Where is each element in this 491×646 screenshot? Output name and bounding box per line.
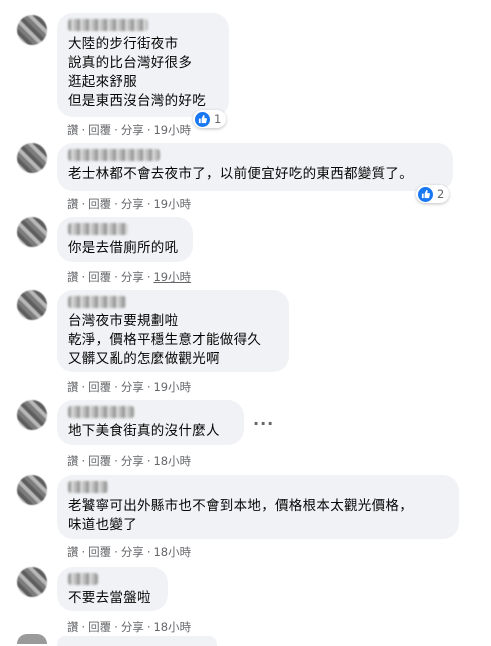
comment-bubble: 台灣夜市要規劃啦 乾淨，價格平穩生意才能做得久 又髒又亂的怎麼做觀光啊 (57, 290, 289, 372)
timestamp-link[interactable]: 18小時 (153, 545, 191, 559)
comment-text: 老饕寧可出外縣市也不會到本地，價格根本太觀光價格， 味道也變了 (68, 498, 413, 533)
more-options-icon[interactable]: ··· (253, 414, 274, 433)
separator: · (146, 270, 151, 284)
reply-link[interactable]: 回覆 (88, 197, 111, 211)
avatar[interactable] (17, 400, 47, 430)
share-link[interactable]: 分享 (121, 620, 144, 634)
comment-text: 地下美食街真的沒什麼人 (68, 423, 220, 439)
like-link[interactable]: 讚 (67, 197, 79, 211)
comment-text: 老士林都不會去夜市了，以前便宜好吃的東西都變質了。 (68, 166, 413, 182)
comment-bubble: 老饕寧可出外縣市也不會到本地，價格根本太觀光價格， 味道也變了 (57, 475, 459, 539)
reply-link[interactable]: 回覆 (88, 454, 111, 468)
like-link[interactable]: 讚 (67, 545, 79, 559)
comment-text: 台灣夜市要規劃啦 乾淨，價格平穩生意才能做得久 又髒又亂的怎麼做觀光啊 (68, 313, 262, 367)
comment-actions: 讚 · 回覆 · 分享 · 18小時 (67, 619, 191, 635)
avatar[interactable] (17, 143, 47, 173)
like-link[interactable]: 讚 (67, 620, 79, 634)
separator: · (114, 454, 118, 468)
reply-link[interactable]: 回覆 (88, 380, 111, 394)
like-icon (195, 111, 210, 127)
share-link[interactable]: 分享 (121, 123, 144, 137)
separator: · (146, 197, 151, 211)
like-icon (418, 186, 433, 202)
separator: · (81, 270, 86, 284)
avatar[interactable] (17, 15, 47, 45)
comment-bubble: 你是去借廁所的吼 (57, 217, 193, 262)
reaction-count[interactable]: 2 (416, 185, 450, 203)
commenter-name-redacted[interactable] (68, 296, 126, 308)
reply-link[interactable]: 回覆 (88, 620, 111, 634)
separator: · (114, 545, 118, 559)
separator: · (81, 380, 86, 394)
comment-bubble: 大陸的步行街夜市 說真的比台灣好很多 逛起來舒服 但是東西沒台灣的好吃 (57, 13, 229, 117)
comment-actions: 讚 · 回覆 · 分享 · 19小時 (67, 196, 191, 212)
like-link[interactable]: 讚 (67, 454, 79, 468)
comment-bubble: 老士林都不會去夜市了，以前便宜好吃的東西都變質了。 (57, 143, 453, 191)
avatar[interactable] (17, 217, 47, 247)
timestamp-link[interactable]: 18小時 (153, 454, 191, 468)
commenter-name-redacted[interactable] (68, 223, 128, 235)
avatar[interactable] (17, 475, 47, 505)
comment-text: 你是去借廁所的吼 (68, 240, 179, 256)
separator: · (81, 123, 86, 137)
separator: · (146, 380, 151, 394)
share-link[interactable]: 分享 (121, 197, 144, 211)
reaction-number: 2 (437, 187, 445, 201)
timestamp-link[interactable]: 19小時 (153, 123, 191, 137)
separator: · (81, 545, 86, 559)
share-link[interactable]: 分享 (121, 545, 144, 559)
reply-link[interactable]: 回覆 (88, 270, 111, 284)
separator: · (114, 197, 118, 211)
timestamp-link[interactable]: 19小時 (153, 270, 191, 284)
reply-link[interactable]: 回覆 (88, 545, 111, 559)
like-link[interactable]: 讚 (67, 380, 79, 394)
share-link[interactable]: 分享 (121, 380, 144, 394)
commenter-name-redacted[interactable] (68, 19, 148, 31)
reaction-number: 1 (214, 112, 222, 126)
like-link[interactable]: 讚 (67, 270, 79, 284)
separator: · (114, 123, 118, 137)
comment-text: 不要去當盤啦 (68, 590, 151, 606)
share-link[interactable]: 分享 (121, 270, 144, 284)
comment-bubble: 不要去當盤啦 (57, 567, 168, 611)
separator: · (146, 545, 151, 559)
next-comment-bubble-partial (57, 636, 217, 646)
separator: · (146, 123, 151, 137)
separator: · (81, 197, 86, 211)
comment-actions: 讚 · 回覆 · 分享 · 19小時 (67, 379, 191, 395)
timestamp-link[interactable]: 19小時 (153, 197, 191, 211)
timestamp-link[interactable]: 19小時 (153, 380, 191, 394)
avatar (17, 634, 47, 644)
comment-bubble: 地下美食街真的沒什麼人 (57, 400, 244, 445)
comment-text: 大陸的步行街夜市 說真的比台灣好很多 逛起來舒服 但是東西沒台灣的好吃 (68, 36, 206, 109)
share-link[interactable]: 分享 (121, 454, 144, 468)
avatar[interactable] (17, 567, 47, 597)
avatar[interactable] (17, 290, 47, 320)
commenter-name-redacted[interactable] (68, 481, 108, 493)
comment-actions: 讚 · 回覆 · 分享 · 18小時 (67, 544, 191, 560)
commenter-name-redacted[interactable] (68, 149, 160, 161)
separator: · (114, 620, 118, 634)
separator: · (114, 270, 118, 284)
like-link[interactable]: 讚 (67, 123, 79, 137)
comment-actions: 讚 · 回覆 · 分享 · 18小時 (67, 453, 191, 469)
separator: · (81, 620, 86, 634)
commenter-name-redacted[interactable] (68, 406, 134, 418)
timestamp-link[interactable]: 18小時 (153, 620, 191, 634)
reply-link[interactable]: 回覆 (88, 123, 111, 137)
separator: · (114, 380, 118, 394)
separator: · (146, 620, 151, 634)
separator: · (146, 454, 151, 468)
comment-actions: 讚 · 回覆 · 分享 · 19小時 (67, 269, 191, 285)
separator: · (81, 454, 86, 468)
comment-actions: 讚 · 回覆 · 分享 · 19小時 (67, 122, 191, 138)
commenter-name-redacted[interactable] (68, 573, 98, 585)
reaction-count[interactable]: 1 (193, 110, 227, 128)
